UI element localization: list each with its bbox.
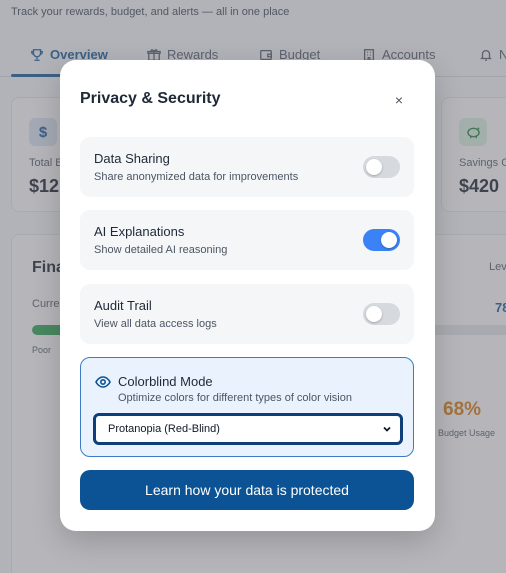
setting-title: Audit Trail [94, 298, 152, 313]
chevron-down-icon [383, 426, 391, 432]
setting-description: View all data access logs [94, 318, 217, 330]
modal-title: Privacy & Security [80, 90, 221, 107]
close-button[interactable]: × [391, 92, 407, 108]
privacy-security-modal: Privacy & Security × Data Sharing Share … [60, 60, 435, 531]
toggle-knob [366, 159, 382, 175]
eye-icon [95, 376, 111, 388]
colorblind-title: Colorblind Mode [118, 374, 213, 389]
setting-description: Show detailed AI reasoning [94, 244, 228, 256]
setting-data-sharing: Data Sharing Share anonymized data for i… [80, 137, 414, 197]
colorblind-mode-panel: Colorblind Mode Optimize colors for diff… [80, 357, 414, 457]
colorblind-description: Optimize colors for different types of c… [118, 392, 352, 404]
learn-data-protection-button[interactable]: Learn how your data is protected [80, 470, 414, 510]
toggle-knob [366, 306, 382, 322]
selected-option: Protanopia (Red-Blind) [108, 423, 220, 435]
setting-audit-trail: Audit Trail View all data access logs [80, 284, 414, 344]
ai-explanations-toggle[interactable] [363, 229, 400, 251]
audit-trail-toggle[interactable] [363, 303, 400, 325]
setting-ai-explanations: AI Explanations Show detailed AI reasoni… [80, 210, 414, 270]
setting-title: Data Sharing [94, 151, 170, 166]
toggle-knob [381, 232, 397, 248]
setting-title: AI Explanations [94, 224, 185, 239]
data-sharing-toggle[interactable] [363, 156, 400, 178]
colorblind-select[interactable]: Protanopia (Red-Blind) [93, 413, 403, 445]
setting-description: Share anonymized data for improvements [94, 171, 299, 183]
close-icon: × [394, 92, 404, 108]
